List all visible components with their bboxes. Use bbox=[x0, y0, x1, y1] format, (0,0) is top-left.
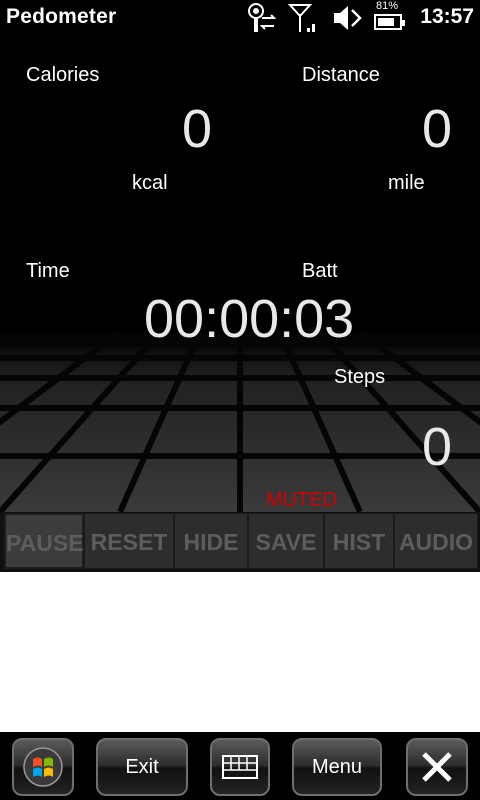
start-button[interactable] bbox=[12, 738, 74, 796]
pause-button[interactable]: PAUSE bbox=[4, 513, 84, 569]
steps-label: Steps bbox=[334, 366, 386, 388]
keyboard-icon bbox=[222, 755, 258, 779]
keyboard-button[interactable] bbox=[210, 738, 270, 796]
distance-unit: mile bbox=[388, 172, 425, 194]
stats-panel: Calories 0 kcal Distance 0 mile Time Bat… bbox=[0, 36, 480, 512]
volume-icon[interactable] bbox=[332, 2, 364, 34]
steps-value: 0 bbox=[422, 417, 453, 477]
hide-button[interactable]: HIDE bbox=[174, 513, 248, 569]
hist-button[interactable]: HIST bbox=[324, 513, 394, 569]
audio-button[interactable]: AUDIO bbox=[394, 513, 478, 569]
distance-label: Distance bbox=[302, 64, 380, 86]
battery-percent: 81% bbox=[376, 0, 399, 12]
windows-start-icon bbox=[23, 747, 63, 787]
title-bar: Pedometer 81% 13:57 bbox=[0, 0, 480, 36]
signal-icon[interactable] bbox=[288, 2, 318, 34]
close-icon bbox=[422, 752, 452, 782]
menu-softkey[interactable]: Menu bbox=[292, 738, 382, 796]
distance-value: 0 bbox=[422, 99, 453, 159]
save-button[interactable]: SAVE bbox=[248, 513, 324, 569]
reset-button[interactable]: RESET bbox=[84, 513, 174, 569]
exit-softkey[interactable]: Exit bbox=[96, 738, 188, 796]
batt-label: Batt bbox=[302, 260, 338, 282]
close-button[interactable] bbox=[406, 738, 468, 796]
muted-status: MUTED bbox=[266, 489, 338, 511]
clock[interactable]: 13:57 bbox=[420, 5, 474, 29]
connectivity-icon[interactable] bbox=[246, 2, 280, 34]
app-title: Pedometer bbox=[6, 5, 117, 28]
softkey-bar: Exit Menu bbox=[0, 732, 480, 800]
battery-level-fill bbox=[378, 18, 394, 26]
empty-content-area bbox=[0, 572, 480, 732]
time-label: Time bbox=[26, 260, 70, 282]
floor-grid-background bbox=[0, 332, 480, 512]
calories-unit: kcal bbox=[132, 172, 168, 194]
battery-icon[interactable] bbox=[374, 14, 405, 30]
action-toolbar: PAUSE RESET HIDE SAVE HIST AUDIO bbox=[0, 512, 480, 572]
calories-label: Calories bbox=[26, 64, 100, 86]
status-icons: 81% 13:57 bbox=[240, 0, 480, 36]
elapsed-time-value: 00:00:03 bbox=[144, 289, 355, 349]
calories-value: 0 bbox=[182, 99, 213, 159]
